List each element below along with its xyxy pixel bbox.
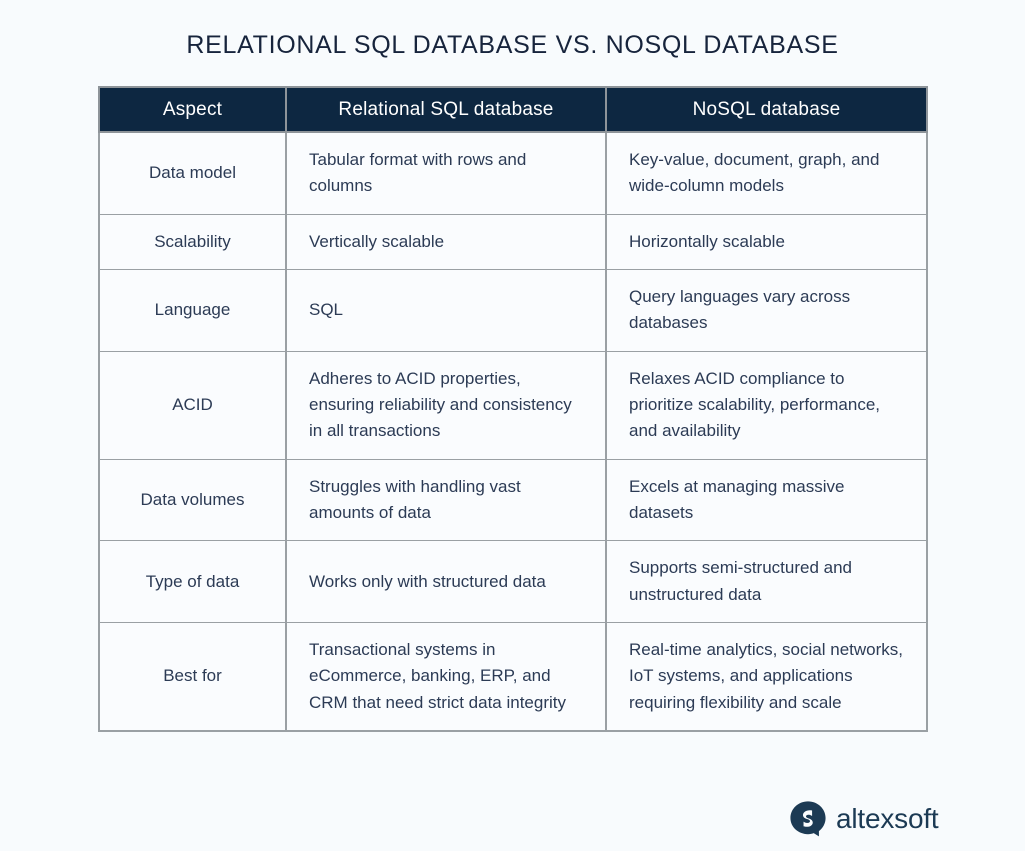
infographic-page: RELATIONAL SQL DATABASE VS. NOSQL DATABA… <box>0 0 1025 851</box>
cell-sql: Works only with structured data <box>285 540 607 624</box>
table-header: Aspect Relational SQL database NoSQL dat… <box>98 86 928 133</box>
table-row: Best for Transactional systems in eComme… <box>98 622 928 733</box>
cell-aspect: ACID <box>98 350 287 460</box>
column-header-aspect: Aspect <box>98 86 287 133</box>
cell-aspect: Language <box>98 269 287 352</box>
cell-aspect: Scalability <box>98 213 287 271</box>
cell-sql: SQL <box>285 269 607 352</box>
table-row: Language SQL Query languages vary across… <box>98 269 928 352</box>
cell-nosql: Key-value, document, graph, and wide-col… <box>605 131 928 215</box>
table-row: Data model Tabular format with rows and … <box>98 131 928 215</box>
altexsoft-speech-bubble-icon <box>789 800 827 838</box>
cell-nosql: Horizontally scalable <box>605 213 928 271</box>
brand-logo: altexsoft <box>789 800 939 838</box>
table-body: Data model Tabular format with rows and … <box>98 131 928 733</box>
column-header-nosql: NoSQL database <box>605 86 928 133</box>
table-row: ACID Adheres to ACID properties, ensurin… <box>98 350 928 460</box>
cell-nosql: Query languages vary across databases <box>605 269 928 352</box>
comparison-table: Aspect Relational SQL database NoSQL dat… <box>98 86 928 733</box>
cell-nosql: Supports semi-structured and unstructure… <box>605 540 928 624</box>
table-row: Data volumes Struggles with handling vas… <box>98 458 928 542</box>
cell-sql: Tabular format with rows and columns <box>285 131 607 215</box>
cell-aspect: Best for <box>98 622 287 733</box>
cell-sql: Struggles with handling vast amounts of … <box>285 458 607 542</box>
table-header-row: Aspect Relational SQL database NoSQL dat… <box>98 86 928 133</box>
cell-aspect: Data model <box>98 131 287 215</box>
cell-sql: Transactional systems in eCommerce, bank… <box>285 622 607 733</box>
column-header-relational-sql: Relational SQL database <box>285 86 607 133</box>
cell-nosql: Excels at managing massive datasets <box>605 458 928 542</box>
cell-nosql: Relaxes ACID compliance to prioritize sc… <box>605 350 928 460</box>
table-row: Type of data Works only with structured … <box>98 540 928 624</box>
cell-sql: Vertically scalable <box>285 213 607 271</box>
brand-name: altexsoft <box>836 803 939 834</box>
comparison-table-container: Aspect Relational SQL database NoSQL dat… <box>98 86 928 733</box>
table-row: Scalability Vertically scalable Horizont… <box>98 213 928 271</box>
page-title: RELATIONAL SQL DATABASE VS. NOSQL DATABA… <box>186 31 839 59</box>
cell-aspect: Type of data <box>98 540 287 624</box>
cell-aspect: Data volumes <box>98 458 287 542</box>
cell-sql: Adheres to ACID properties, ensuring rel… <box>285 350 607 460</box>
cell-nosql: Real-time analytics, social networks, Io… <box>605 622 928 733</box>
